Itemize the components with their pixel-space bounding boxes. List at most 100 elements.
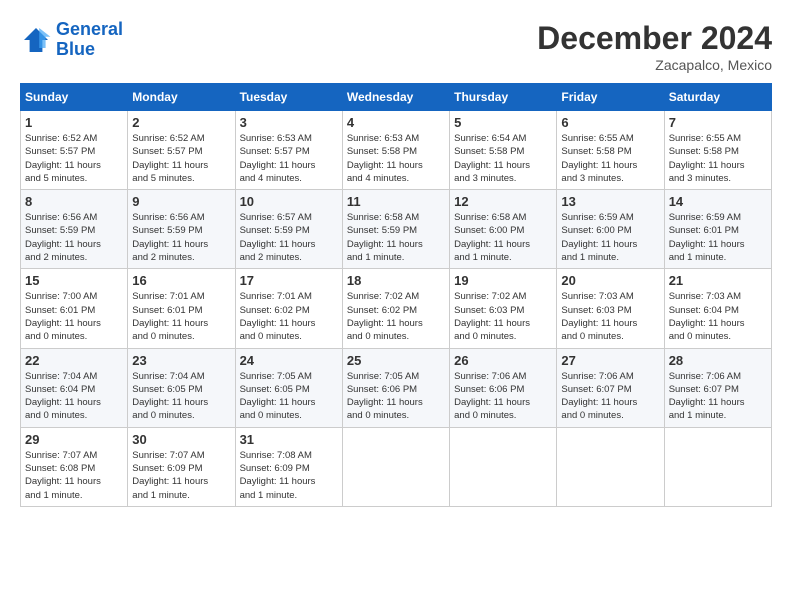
cell-info: Sunrise: 7:03 AM Sunset: 6:03 PM Dayligh…	[561, 290, 659, 343]
calendar-cell: 9Sunrise: 6:56 AM Sunset: 5:59 PM Daylig…	[128, 190, 235, 269]
title-block: December 2024 Zacapalco, Mexico	[537, 20, 772, 73]
calendar-cell: 5 Sunrise: 6:54 AM Sunset: 5:58 PM Daylig…	[450, 111, 557, 190]
cell-info: Sunrise: 6:59 AM Sunset: 6:01 PM Dayligh…	[669, 211, 767, 264]
calendar-cell: 8 Sunrise: 6:56 AM Sunset: 5:59 PM Daylig…	[21, 190, 128, 269]
week-row-4: 22Sunrise: 7:04 AM Sunset: 6:04 PM Dayli…	[21, 348, 772, 427]
calendar-header-row: SundayMondayTuesdayWednesdayThursdayFrid…	[21, 84, 772, 111]
week-row-5: 29 Sunrise: 7:07 AM Sunset: 6:08 PM Dayli…	[21, 427, 772, 506]
day-number: 29	[25, 432, 123, 447]
calendar-cell: 18Sunrise: 7:02 AM Sunset: 6:02 PM Dayli…	[342, 269, 449, 348]
cell-info: Sunrise: 7:01 AM Sunset: 6:01 PM Dayligh…	[132, 290, 230, 343]
day-number: 22	[25, 353, 123, 368]
month-title: December 2024	[537, 20, 772, 57]
day-number: 5	[454, 115, 552, 130]
day-number: 14	[669, 194, 767, 209]
day-number: 4	[347, 115, 445, 130]
calendar-cell: 31 Sunrise: 7:08 AM Sunset: 6:09 PM Dayli…	[235, 427, 342, 506]
day-number: 25	[347, 353, 445, 368]
calendar-cell: 10 Sunrise: 6:57 AM Sunset: 5:59 PM Dayli…	[235, 190, 342, 269]
day-number: 10	[240, 194, 338, 209]
day-header-sunday: Sunday	[21, 84, 128, 111]
week-row-3: 15Sunrise: 7:00 AM Sunset: 6:01 PM Dayli…	[21, 269, 772, 348]
day-number: 21	[669, 273, 767, 288]
calendar-cell: 13 Sunrise: 6:59 AM Sunset: 6:00 PM Dayli…	[557, 190, 664, 269]
calendar-cell: 3 Sunrise: 6:53 AM Sunset: 5:57 PM Daylig…	[235, 111, 342, 190]
cell-info: Sunrise: 6:57 AM Sunset: 5:59 PM Dayligh…	[240, 211, 338, 264]
day-number: 27	[561, 353, 659, 368]
day-number: 26	[454, 353, 552, 368]
cell-info: Sunrise: 6:58 AM Sunset: 5:59 PM Dayligh…	[347, 211, 445, 264]
calendar-cell: 27 Sunrise: 7:06 AM Sunset: 6:07 PM Dayli…	[557, 348, 664, 427]
cell-info: Sunrise: 7:05 AM Sunset: 6:06 PM Dayligh…	[347, 370, 445, 423]
cell-info: Sunrise: 7:01 AM Sunset: 6:02 PM Dayligh…	[240, 290, 338, 343]
day-number: 3	[240, 115, 338, 130]
day-number: 16	[132, 273, 230, 288]
calendar-cell: 30 Sunrise: 7:07 AM Sunset: 6:09 PM Dayli…	[128, 427, 235, 506]
calendar-table: SundayMondayTuesdayWednesdayThursdayFrid…	[20, 83, 772, 507]
calendar-cell: 4 Sunrise: 6:53 AM Sunset: 5:58 PM Daylig…	[342, 111, 449, 190]
calendar-cell: 21 Sunrise: 7:03 AM Sunset: 6:04 PM Dayli…	[664, 269, 771, 348]
calendar-cell: 14 Sunrise: 6:59 AM Sunset: 6:01 PM Dayli…	[664, 190, 771, 269]
day-number: 12	[454, 194, 552, 209]
day-number: 24	[240, 353, 338, 368]
cell-info: Sunrise: 6:52 AM Sunset: 5:57 PM Dayligh…	[132, 132, 230, 185]
day-number: 17	[240, 273, 338, 288]
calendar-cell: 28 Sunrise: 7:06 AM Sunset: 6:07 PM Dayli…	[664, 348, 771, 427]
cell-info: Sunrise: 6:58 AM Sunset: 6:00 PM Dayligh…	[454, 211, 552, 264]
day-number: 6	[561, 115, 659, 130]
week-row-2: 8 Sunrise: 6:56 AM Sunset: 5:59 PM Daylig…	[21, 190, 772, 269]
calendar-cell: 11 Sunrise: 6:58 AM Sunset: 5:59 PM Dayli…	[342, 190, 449, 269]
calendar-cell: 22Sunrise: 7:04 AM Sunset: 6:04 PM Dayli…	[21, 348, 128, 427]
day-number: 30	[132, 432, 230, 447]
logo: General Blue	[20, 20, 123, 60]
cell-info: Sunrise: 6:56 AM Sunset: 5:59 PM Dayligh…	[132, 211, 230, 264]
cell-info: Sunrise: 7:04 AM Sunset: 6:05 PM Dayligh…	[132, 370, 230, 423]
location: Zacapalco, Mexico	[537, 57, 772, 73]
calendar-cell: 12 Sunrise: 6:58 AM Sunset: 6:00 PM Dayli…	[450, 190, 557, 269]
day-header-monday: Monday	[128, 84, 235, 111]
calendar-cell: 20 Sunrise: 7:03 AM Sunset: 6:03 PM Dayli…	[557, 269, 664, 348]
cell-info: Sunrise: 6:53 AM Sunset: 5:57 PM Dayligh…	[240, 132, 338, 185]
calendar-cell: 19Sunrise: 7:02 AM Sunset: 6:03 PM Dayli…	[450, 269, 557, 348]
cell-info: Sunrise: 7:07 AM Sunset: 6:09 PM Dayligh…	[132, 449, 230, 502]
calendar-cell: 17 Sunrise: 7:01 AM Sunset: 6:02 PM Dayli…	[235, 269, 342, 348]
day-number: 28	[669, 353, 767, 368]
day-number: 11	[347, 194, 445, 209]
cell-info: Sunrise: 6:53 AM Sunset: 5:58 PM Dayligh…	[347, 132, 445, 185]
calendar-cell: 24 Sunrise: 7:05 AM Sunset: 6:05 PM Dayli…	[235, 348, 342, 427]
logo-icon	[20, 24, 52, 56]
cell-info: Sunrise: 6:59 AM Sunset: 6:00 PM Dayligh…	[561, 211, 659, 264]
cell-info: Sunrise: 7:08 AM Sunset: 6:09 PM Dayligh…	[240, 449, 338, 502]
calendar-cell: 15Sunrise: 7:00 AM Sunset: 6:01 PM Dayli…	[21, 269, 128, 348]
calendar-cell: 16 Sunrise: 7:01 AM Sunset: 6:01 PM Dayli…	[128, 269, 235, 348]
day-number: 23	[132, 353, 230, 368]
cell-info: Sunrise: 7:06 AM Sunset: 6:07 PM Dayligh…	[669, 370, 767, 423]
cell-info: Sunrise: 7:05 AM Sunset: 6:05 PM Dayligh…	[240, 370, 338, 423]
day-number: 8	[25, 194, 123, 209]
calendar-cell: 29 Sunrise: 7:07 AM Sunset: 6:08 PM Dayli…	[21, 427, 128, 506]
cell-info: Sunrise: 7:06 AM Sunset: 6:06 PM Dayligh…	[454, 370, 552, 423]
cell-info: Sunrise: 6:56 AM Sunset: 5:59 PM Dayligh…	[25, 211, 123, 264]
calendar-cell: 2 Sunrise: 6:52 AM Sunset: 5:57 PM Daylig…	[128, 111, 235, 190]
cell-info: Sunrise: 7:07 AM Sunset: 6:08 PM Dayligh…	[25, 449, 123, 502]
calendar-cell: 6Sunrise: 6:55 AM Sunset: 5:58 PM Daylig…	[557, 111, 664, 190]
week-row-1: 1Sunrise: 6:52 AM Sunset: 5:57 PM Daylig…	[21, 111, 772, 190]
calendar-cell	[450, 427, 557, 506]
calendar-cell: 1Sunrise: 6:52 AM Sunset: 5:57 PM Daylig…	[21, 111, 128, 190]
day-number: 7	[669, 115, 767, 130]
day-number: 31	[240, 432, 338, 447]
cell-info: Sunrise: 6:55 AM Sunset: 5:58 PM Dayligh…	[669, 132, 767, 185]
cell-info: Sunrise: 7:06 AM Sunset: 6:07 PM Dayligh…	[561, 370, 659, 423]
cell-info: Sunrise: 7:03 AM Sunset: 6:04 PM Dayligh…	[669, 290, 767, 343]
day-number: 20	[561, 273, 659, 288]
day-header-friday: Friday	[557, 84, 664, 111]
day-number: 15	[25, 273, 123, 288]
day-header-thursday: Thursday	[450, 84, 557, 111]
cell-info: Sunrise: 6:54 AM Sunset: 5:58 PM Dayligh…	[454, 132, 552, 185]
logo-text: General Blue	[56, 20, 123, 60]
calendar-cell	[342, 427, 449, 506]
calendar-cell	[664, 427, 771, 506]
calendar-cell: 23 Sunrise: 7:04 AM Sunset: 6:05 PM Dayli…	[128, 348, 235, 427]
day-number: 2	[132, 115, 230, 130]
day-number: 13	[561, 194, 659, 209]
